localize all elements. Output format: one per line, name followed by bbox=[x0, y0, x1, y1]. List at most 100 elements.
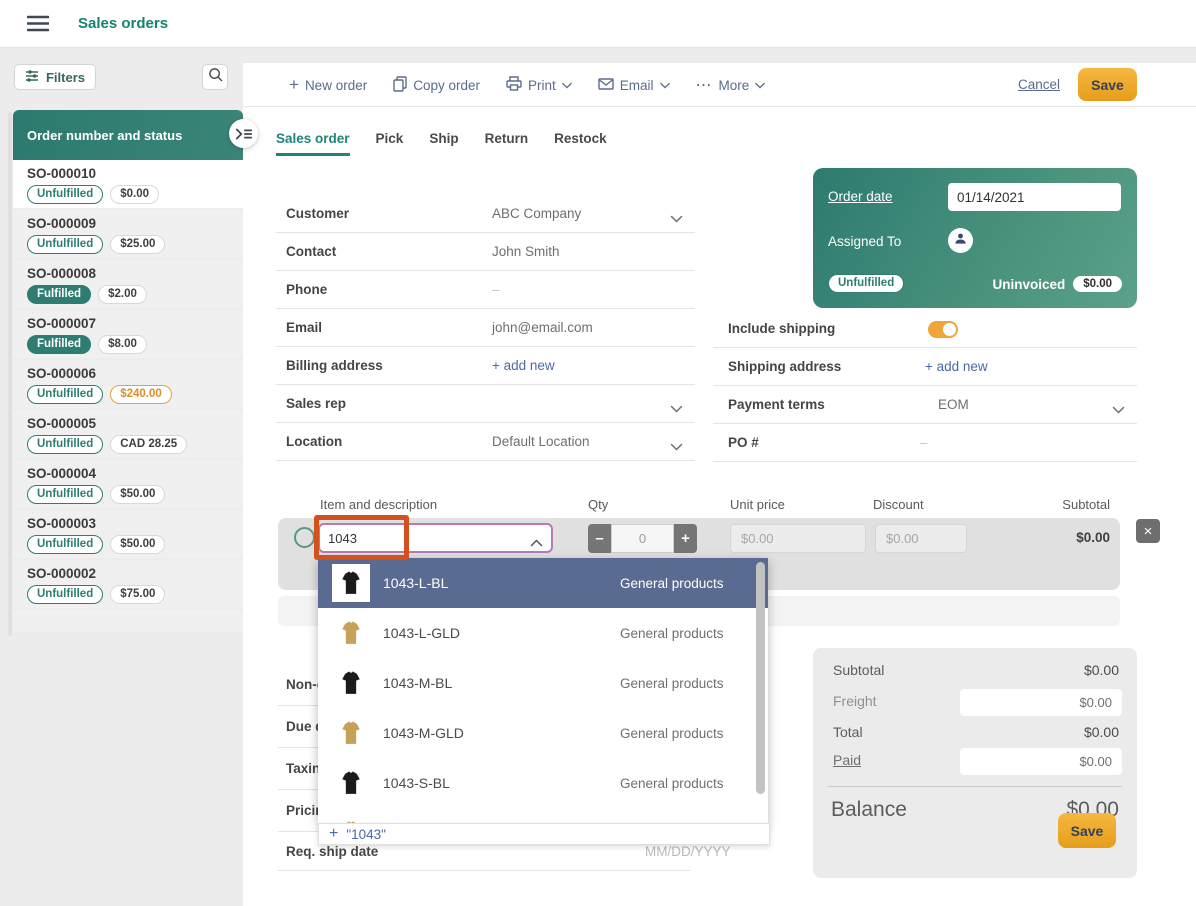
order-number: SO-000008 bbox=[27, 266, 243, 281]
discount-select[interactable]: $0.00 bbox=[875, 524, 967, 553]
save-button[interactable]: Save bbox=[1078, 68, 1137, 101]
req-ship-date-value[interactable]: MM/DD/YYYY bbox=[645, 844, 731, 859]
order-date-label[interactable]: Order date bbox=[828, 189, 893, 204]
filters-button[interactable]: Filters bbox=[14, 64, 96, 90]
add-shipping-address-link[interactable]: + add new bbox=[925, 359, 988, 374]
field-row-contact: Contact John Smith bbox=[276, 233, 695, 271]
col-header-subtotal: Subtotal bbox=[1040, 497, 1110, 512]
order-number: SO-000003 bbox=[27, 516, 243, 531]
order-list-item[interactable]: SO-000004 Unfulfilled$50.00 bbox=[13, 460, 243, 508]
status-badge: Unfulfilled bbox=[27, 435, 103, 454]
copy-order-button[interactable]: Copy order bbox=[393, 76, 480, 95]
subtotal-value: $0.00 bbox=[1084, 662, 1119, 678]
product-thumbnail bbox=[332, 664, 370, 702]
amount-badge: $2.00 bbox=[98, 285, 147, 304]
order-list-item[interactable]: SO-000005 UnfulfilledCAD 28.25 bbox=[13, 410, 243, 458]
cancel-button[interactable]: Cancel bbox=[1018, 77, 1060, 92]
qty-decrement-button[interactable]: – bbox=[588, 524, 611, 553]
search-icon bbox=[208, 67, 223, 87]
orders-list-panel: Order number and status SO-000010 Unfulf… bbox=[13, 110, 243, 632]
order-list-item[interactable]: SO-000006 Unfulfilled$240.00 bbox=[13, 360, 243, 408]
email-value[interactable]: john@email.com bbox=[492, 320, 593, 335]
status-badge: Fulfilled bbox=[27, 335, 91, 354]
order-number: SO-000002 bbox=[27, 566, 243, 581]
chevron-down-icon[interactable] bbox=[670, 438, 683, 456]
item-search-input[interactable] bbox=[318, 523, 553, 553]
status-badge: Fulfilled bbox=[27, 285, 91, 304]
dropdown-item[interactable]: 1043-L-GLD General products bbox=[318, 608, 768, 658]
status-badge: Unfulfilled bbox=[27, 385, 103, 404]
po-number-value[interactable]: – bbox=[920, 435, 928, 450]
chevron-down-icon[interactable] bbox=[670, 210, 683, 228]
chevron-down-icon[interactable] bbox=[670, 400, 683, 418]
save-button-bottom[interactable]: Save bbox=[1058, 813, 1116, 848]
status-badge: Unfulfilled bbox=[27, 485, 103, 504]
order-date-input[interactable] bbox=[948, 183, 1121, 211]
paid-input[interactable] bbox=[960, 748, 1122, 775]
tab-restock[interactable]: Restock bbox=[554, 131, 607, 156]
delete-row-button[interactable]: × bbox=[1136, 519, 1160, 543]
amount-badge: CAD 28.25 bbox=[110, 435, 187, 454]
chevron-down-icon bbox=[660, 82, 670, 89]
hamburger-menu-icon[interactable] bbox=[27, 15, 49, 37]
freight-input[interactable] bbox=[960, 689, 1122, 716]
customer-select[interactable]: ABC Company bbox=[492, 206, 581, 221]
add-billing-address-link[interactable]: + add new bbox=[492, 358, 555, 373]
tab-pick[interactable]: Pick bbox=[376, 131, 404, 156]
row-drag-circle-icon[interactable] bbox=[294, 527, 315, 548]
dropdown-item[interactable]: 1043-L-BL General products bbox=[318, 558, 768, 608]
copy-icon bbox=[393, 76, 407, 95]
orders-panel-header-label: Order number and status bbox=[27, 128, 182, 143]
dropdown-scrollbar[interactable] bbox=[756, 562, 765, 818]
product-thumbnail bbox=[332, 564, 370, 602]
item-search-dropdown: 1043-L-BL General products 1043-L-GLD Ge… bbox=[318, 558, 768, 823]
collapse-panel-button[interactable] bbox=[229, 119, 258, 148]
chevron-up-icon[interactable] bbox=[530, 534, 543, 552]
qty-input[interactable] bbox=[611, 524, 674, 553]
order-number: SO-000007 bbox=[27, 316, 243, 331]
contact-value[interactable]: John Smith bbox=[492, 244, 560, 259]
phone-value[interactable]: – bbox=[492, 282, 500, 297]
unit-price-input[interactable] bbox=[730, 524, 866, 553]
field-row-include-shipping: Include shipping bbox=[713, 310, 1137, 348]
order-number: SO-000006 bbox=[27, 366, 243, 381]
chevron-down-icon[interactable] bbox=[1112, 401, 1125, 419]
qty-increment-button[interactable]: + bbox=[674, 524, 697, 553]
include-shipping-toggle[interactable] bbox=[928, 321, 958, 338]
totals-divider bbox=[828, 786, 1122, 787]
col-header-discount: Discount bbox=[873, 497, 924, 512]
tab-sales-order[interactable]: Sales order bbox=[276, 131, 350, 156]
dropdown-item[interactable]: 1043-M-BL General products bbox=[318, 658, 768, 708]
add-new-item-option[interactable]: + "1043" bbox=[318, 823, 770, 845]
email-button[interactable]: Email bbox=[598, 78, 670, 93]
order-list-item[interactable]: SO-000002 Unfulfilled$75.00 bbox=[13, 560, 243, 608]
col-header-item: Item and description bbox=[320, 497, 437, 512]
dropdown-item[interactable]: 1043-S-BL General products bbox=[318, 758, 768, 808]
amount-badge: $0.00 bbox=[110, 185, 159, 204]
dropdown-item[interactable]: 1043-M-GLD General products bbox=[318, 708, 768, 758]
product-thumbnail bbox=[332, 764, 370, 802]
payment-terms-select[interactable]: EOM bbox=[938, 397, 969, 412]
order-list-item[interactable]: SO-000003 Unfulfilled$50.00 bbox=[13, 510, 243, 558]
dropdown-item[interactable] bbox=[318, 808, 768, 823]
assign-user-button[interactable] bbox=[948, 228, 973, 253]
order-list-item[interactable]: SO-000007 Fulfilled$8.00 bbox=[13, 310, 243, 358]
sidebar-scrollbar[interactable] bbox=[8, 112, 12, 636]
order-list-item[interactable]: SO-000008 Fulfilled $2.00 bbox=[13, 260, 243, 308]
print-button[interactable]: Print bbox=[506, 76, 572, 94]
total-label: Total bbox=[833, 724, 863, 740]
order-tabs: Sales order Pick Ship Return Restock bbox=[276, 131, 607, 156]
field-row-email: Email john@email.com bbox=[276, 309, 695, 347]
tab-ship[interactable]: Ship bbox=[429, 131, 458, 156]
tab-return[interactable]: Return bbox=[485, 131, 529, 156]
order-list-item[interactable]: SO-000009 Unfulfilled$25.00 bbox=[13, 210, 243, 258]
paid-label[interactable]: Paid bbox=[833, 752, 861, 768]
printer-icon bbox=[506, 76, 522, 94]
new-order-button[interactable]: + New order bbox=[289, 78, 367, 93]
uninvoiced-label: Uninvoiced bbox=[992, 277, 1065, 292]
location-select[interactable]: Default Location bbox=[492, 434, 590, 449]
search-button[interactable] bbox=[202, 64, 228, 90]
order-list-item[interactable]: SO-000010 Unfulfilled$0.00 bbox=[13, 160, 243, 208]
more-button[interactable]: ⋯ More bbox=[696, 75, 766, 95]
status-badge: Unfulfilled bbox=[27, 185, 103, 204]
